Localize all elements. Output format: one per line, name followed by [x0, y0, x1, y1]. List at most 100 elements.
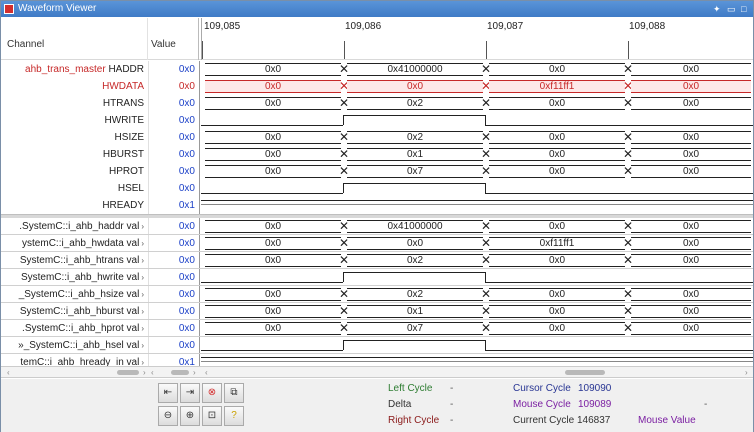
waveform-track[interactable] — [201, 180, 753, 197]
signal-name[interactable]: HWDATA — [1, 78, 144, 95]
signal-name[interactable]: ahb_trans_master HADDR — [1, 61, 144, 78]
signal-row[interactable]: SystemC::i_ahb_hwrite val › 0x0 — [1, 269, 753, 286]
signal-name[interactable]: _SystemC::i_ahb_hsize val › — [1, 286, 144, 303]
signal-row[interactable]: _SystemC::i_ahb_hsize val › 0x0 0x0 ✕ 0x2 ✕ 0x0… — [1, 286, 753, 303]
bus-value-segment[interactable]: 0xf11ff1 — [489, 237, 625, 250]
value-scroll-thumb[interactable] — [171, 370, 189, 375]
scroll-right-icon[interactable]: › — [745, 367, 748, 379]
bus-value-segment[interactable]: 0x0 — [489, 288, 625, 301]
signal-name[interactable]: .SystemC::i_ahb_haddr val › — [1, 218, 144, 235]
signal-row[interactable]: »_SystemC::i_ahb_hsel val › 0x0 — [1, 337, 753, 354]
signal-name[interactable]: HPROT — [1, 163, 144, 180]
bus-value-segment[interactable]: 0x0 — [489, 148, 625, 161]
scroll-right-icon[interactable]: › — [193, 367, 196, 379]
bus-value-segment[interactable]: 0x0 — [205, 220, 341, 233]
waveform-track[interactable]: 0x0 ✕ 0x0 ✕ 0xf11ff1 ✕ 0x0 — [201, 235, 753, 252]
waveform-track[interactable]: 0x0 ✕ 0x1 ✕ 0x0 ✕ 0x0 — [201, 146, 753, 163]
bus-value-segment[interactable]: 0x0 — [489, 305, 625, 318]
bus-value-segment[interactable]: 0x2 — [347, 288, 483, 301]
signal-row[interactable]: HSEL 0x0 — [1, 180, 753, 197]
scroll-right-icon[interactable]: › — [143, 367, 146, 379]
waveform-track[interactable]: 0x0 ✕ 0x7 ✕ 0x0 ✕ 0x0 — [201, 320, 753, 337]
bus-value-segment[interactable]: 0x0 — [205, 237, 341, 250]
bus-value-segment[interactable]: 0x0 — [489, 254, 625, 267]
signal-row[interactable]: HSIZE 0x0 0x0 ✕ 0x2 ✕ 0x0 ✕ 0x0 — [1, 129, 753, 146]
bus-value-segment[interactable]: 0x7 — [347, 322, 483, 335]
signal-row[interactable]: .SystemC::i_ahb_haddr val › 0x0 0x0 ✕ 0x41000… — [1, 218, 753, 235]
signal-row[interactable]: SystemC::i_ahb_htrans val › 0x0 0x0 ✕ 0x2 ✕ 0x0… — [1, 252, 753, 269]
expand-arrow-icon[interactable]: › — [141, 324, 144, 333]
bus-value-segment[interactable]: 0x41000000 — [347, 63, 483, 76]
waveform-track[interactable]: 0x0 ✕ 0x2 ✕ 0x0 ✕ 0x0 — [201, 129, 753, 146]
expand-arrow-icon[interactable]: › — [141, 273, 144, 282]
bus-value-segment[interactable]: 0x0 — [489, 63, 625, 76]
signal-row[interactable]: ahb_trans_master HADDR 0x0 0x0 ✕ 0x41000000 ✕… — [1, 61, 753, 78]
signal-row[interactable]: SystemC::i_ahb_hburst val › 0x0 0x0 ✕ 0x1 ✕ 0x0… — [1, 303, 753, 320]
signal-name[interactable]: HREADY — [1, 197, 144, 214]
signal-name[interactable]: SystemC::i_ahb_hburst val › — [1, 303, 144, 320]
expand-arrow-icon[interactable]: › — [141, 239, 144, 248]
signal-name[interactable]: HWRITE — [1, 112, 144, 129]
help-button[interactable]: ? — [224, 406, 244, 426]
bus-value-segment[interactable]: 0x0 — [631, 131, 751, 144]
bus-value-segment[interactable]: 0x0 — [489, 220, 625, 233]
bus-value-segment[interactable]: 0x0 — [489, 97, 625, 110]
zoom-fit-left-button[interactable]: ⇤ — [158, 383, 178, 403]
bus-value-segment[interactable]: 0xf11ff1 — [489, 80, 625, 93]
bus-value-segment[interactable]: 0x0 — [205, 254, 341, 267]
bus-value-segment[interactable]: 0x0 — [631, 148, 751, 161]
waveform-track[interactable]: 0x0 ✕ 0x0 ✕ 0xf11ff1 ✕ 0x0 — [201, 78, 753, 95]
signal-name[interactable]: SystemC::i_ahb_hwrite val › — [1, 269, 144, 286]
scroll-left-icon[interactable]: ‹ — [7, 367, 10, 379]
waveform-track[interactable]: 0x0 ✕ 0x2 ✕ 0x0 ✕ 0x0 — [201, 252, 753, 269]
zoom-area-button[interactable]: ⊡ — [202, 406, 222, 426]
bus-value-segment[interactable]: 0x0 — [489, 322, 625, 335]
zoom-out-button[interactable]: ⊖ — [158, 406, 178, 426]
waveform-track[interactable] — [201, 197, 753, 214]
waveform-scroll-thumb[interactable] — [565, 370, 605, 375]
bus-value-segment[interactable]: 0x0 — [205, 165, 341, 178]
signal-name[interactable]: HSIZE — [1, 129, 144, 146]
waveform-track[interactable]: 0x0 ✕ 0x2 ✕ 0x0 ✕ 0x0 — [201, 95, 753, 112]
expand-arrow-icon[interactable]: › — [141, 341, 144, 350]
channel-column-header[interactable]: Channel — [1, 18, 148, 60]
bus-value-segment[interactable]: 0x0 — [205, 288, 341, 301]
expand-arrow-icon[interactable]: › — [141, 256, 144, 265]
signal-name[interactable]: HSEL — [1, 180, 144, 197]
horizontal-scrollbars[interactable]: ‹ › ‹ › ‹ › — [1, 366, 753, 378]
signal-row[interactable]: HBURST 0x0 0x0 ✕ 0x1 ✕ 0x0 ✕ 0x0 — [1, 146, 753, 163]
signal-row[interactable]: .SystemC::i_ahb_hprot val › 0x0 0x0 ✕ 0x7 ✕ 0x0… — [1, 320, 753, 337]
maximize-icon[interactable]: □ — [741, 3, 746, 15]
scroll-left-icon[interactable]: ‹ — [205, 367, 208, 379]
signal-name[interactable]: ystemC::i_ahb_hwdata val › — [1, 235, 144, 252]
bus-value-segment[interactable]: 0x0 — [347, 237, 483, 250]
bus-value-segment[interactable]: 0x1 — [347, 305, 483, 318]
signal-row[interactable]: HWDATA 0x0 0x0 ✕ 0x0 ✕ 0xf11ff1 ✕ 0x0 — [1, 78, 753, 95]
signal-name[interactable]: »_SystemC::i_ahb_hsel val › — [1, 337, 144, 354]
bus-value-segment[interactable]: 0x7 — [347, 165, 483, 178]
signal-name[interactable]: .SystemC::i_ahb_hprot val › — [1, 320, 144, 337]
signal-name[interactable]: HBURST — [1, 146, 144, 163]
pin-icon[interactable]: ✦ — [713, 3, 721, 15]
bus-value-segment[interactable]: 0x1 — [347, 148, 483, 161]
zoom-in-button[interactable]: ⊕ — [180, 406, 200, 426]
waveform-track[interactable] — [201, 112, 753, 129]
stop-button[interactable]: ⊗ — [202, 383, 222, 403]
bus-value-segment[interactable]: 0x2 — [347, 97, 483, 110]
bus-value-segment[interactable]: 0x0 — [205, 131, 341, 144]
bus-value-segment[interactable]: 0x0 — [631, 288, 751, 301]
signal-name[interactable]: SystemC::i_ahb_htrans val › — [1, 252, 144, 269]
waveform-track[interactable]: 0x0 ✕ 0x1 ✕ 0x0 ✕ 0x0 — [201, 303, 753, 320]
bus-value-segment[interactable]: 0x0 — [631, 305, 751, 318]
waveform-track[interactable]: 0x0 ✕ 0x7 ✕ 0x0 ✕ 0x0 — [201, 163, 753, 180]
waveform-track[interactable]: 0x0 ✕ 0x2 ✕ 0x0 ✕ 0x0 — [201, 286, 753, 303]
bus-value-segment[interactable]: 0x0 — [631, 237, 751, 250]
bus-value-segment[interactable]: 0x0 — [205, 80, 341, 93]
bus-value-segment[interactable]: 0x0 — [631, 165, 751, 178]
signal-row[interactable]: HREADY 0x1 — [1, 197, 753, 214]
minimize-icon[interactable]: ▭ — [727, 3, 736, 15]
bus-value-segment[interactable]: 0x0 — [205, 97, 341, 110]
waveform-track[interactable]: 0x0 ✕ 0x41000000 ✕ 0x0 ✕ 0x0 — [201, 61, 753, 78]
bus-value-segment[interactable]: 0x41000000 — [347, 220, 483, 233]
bus-value-segment[interactable]: 0x0 — [347, 80, 483, 93]
